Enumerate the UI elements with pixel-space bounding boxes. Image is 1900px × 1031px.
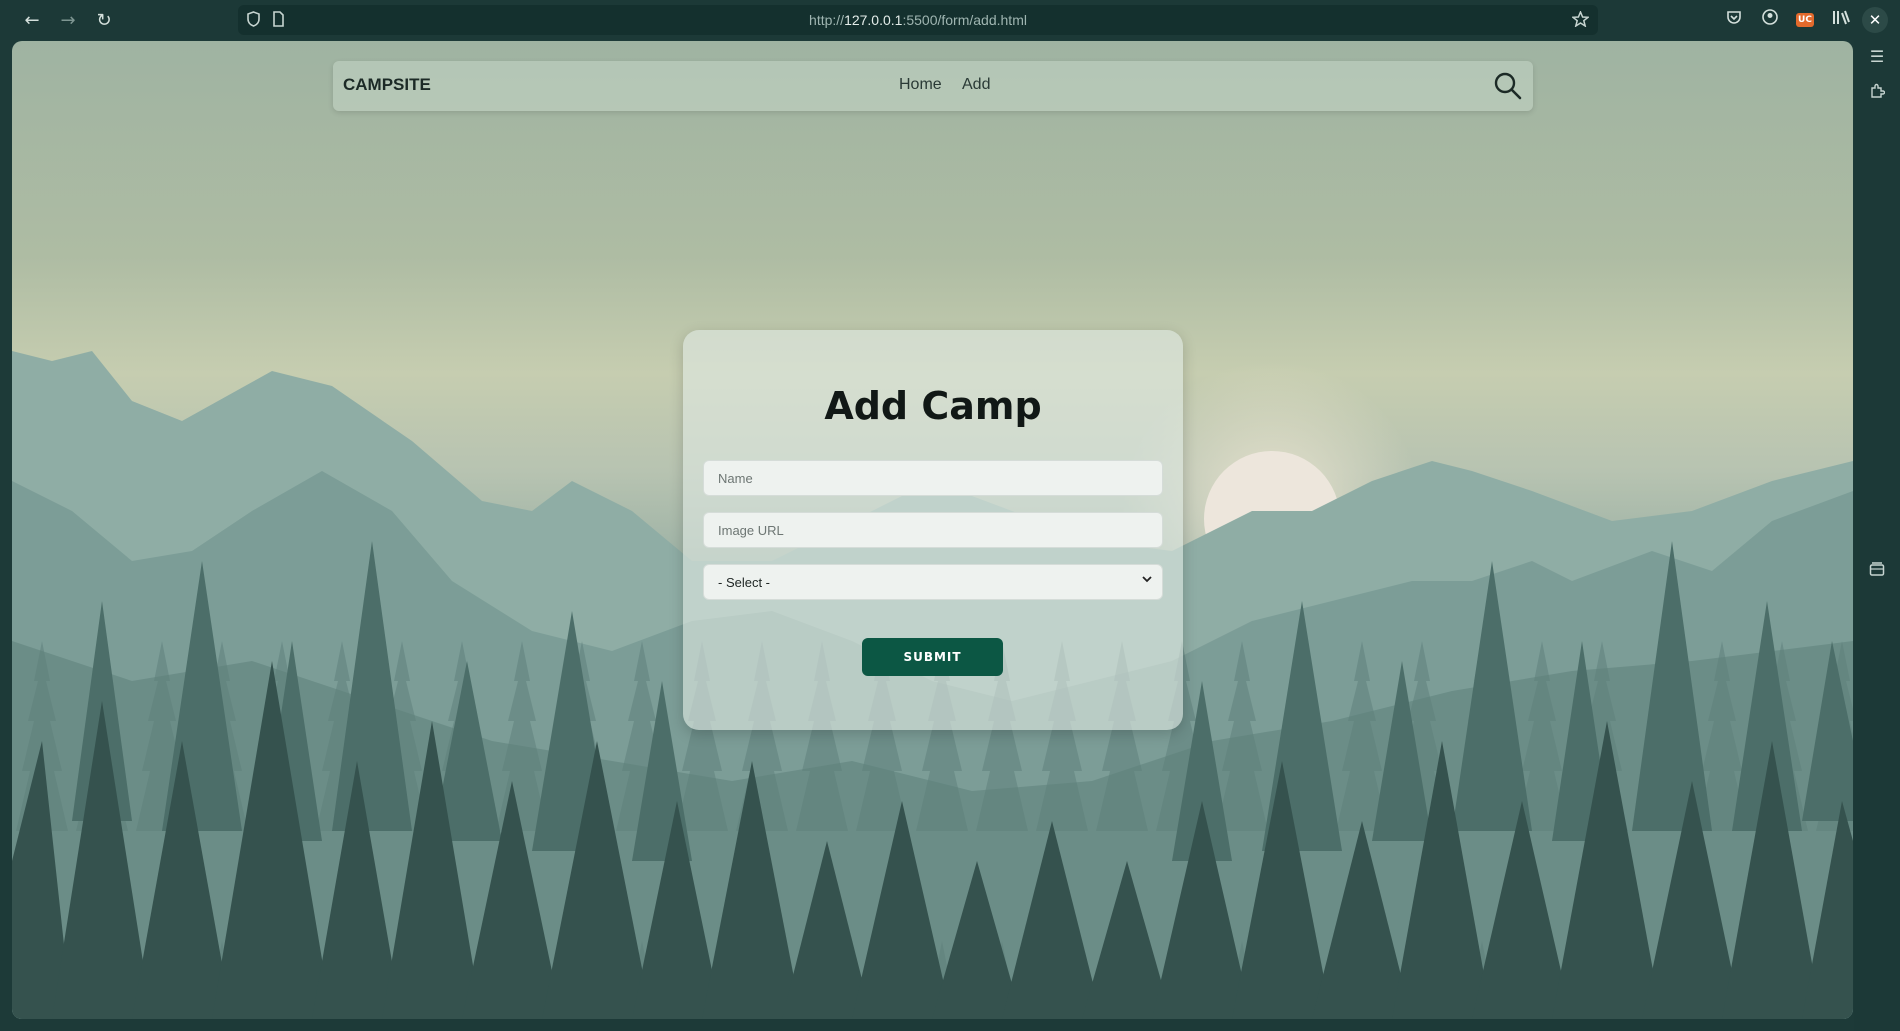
extensions-icon[interactable] <box>1866 83 1888 105</box>
close-icon[interactable]: ✕ <box>1862 7 1888 33</box>
submit-button[interactable]: SUBMIT <box>862 638 1003 676</box>
nav-link-home[interactable]: Home <box>899 76 942 94</box>
chevron-down-icon <box>1142 573 1152 587</box>
tabs-folder-icon[interactable] <box>1866 561 1888 583</box>
site-brand[interactable]: CAMPSITE <box>343 75 431 95</box>
address-bar[interactable]: http://127.0.0.1:5500/form/add.html <box>238 5 1598 35</box>
reader-icon[interactable] <box>1830 9 1852 31</box>
browser-toolbar: ← → ↻ http://127.0.0.1:5500/form/add.htm… <box>0 0 1900 40</box>
form-title: Add Camp <box>824 384 1042 428</box>
forward-arrow-icon[interactable]: → <box>55 7 81 33</box>
name-input[interactable] <box>703 460 1163 496</box>
account-icon[interactable] <box>1759 9 1781 31</box>
menu-icon[interactable]: ☰ <box>1866 46 1888 68</box>
add-camp-form: Add Camp - Select - SUBMIT <box>683 330 1183 730</box>
site-navbar: CAMPSITE Home Add <box>333 61 1533 111</box>
search-icon[interactable] <box>1493 71 1523 101</box>
pocket-icon[interactable] <box>1723 9 1745 31</box>
browser-sidebar: ☰ <box>1854 40 1900 1031</box>
image-url-input[interactable] <box>703 512 1163 548</box>
nav-link-add[interactable]: Add <box>962 76 990 94</box>
url-text[interactable]: http://127.0.0.1:5500/form/add.html <box>238 12 1598 28</box>
back-arrow-icon[interactable]: ← <box>19 7 45 33</box>
category-select[interactable]: - Select - <box>703 564 1163 600</box>
page-viewport: CAMPSITE Home Add Add Camp - Select - SU… <box>12 41 1853 1019</box>
reload-icon[interactable]: ↻ <box>91 7 117 33</box>
star-icon[interactable] <box>1570 10 1591 31</box>
select-value: - Select - <box>718 575 771 590</box>
ublock-icon[interactable]: UC <box>1796 13 1814 27</box>
